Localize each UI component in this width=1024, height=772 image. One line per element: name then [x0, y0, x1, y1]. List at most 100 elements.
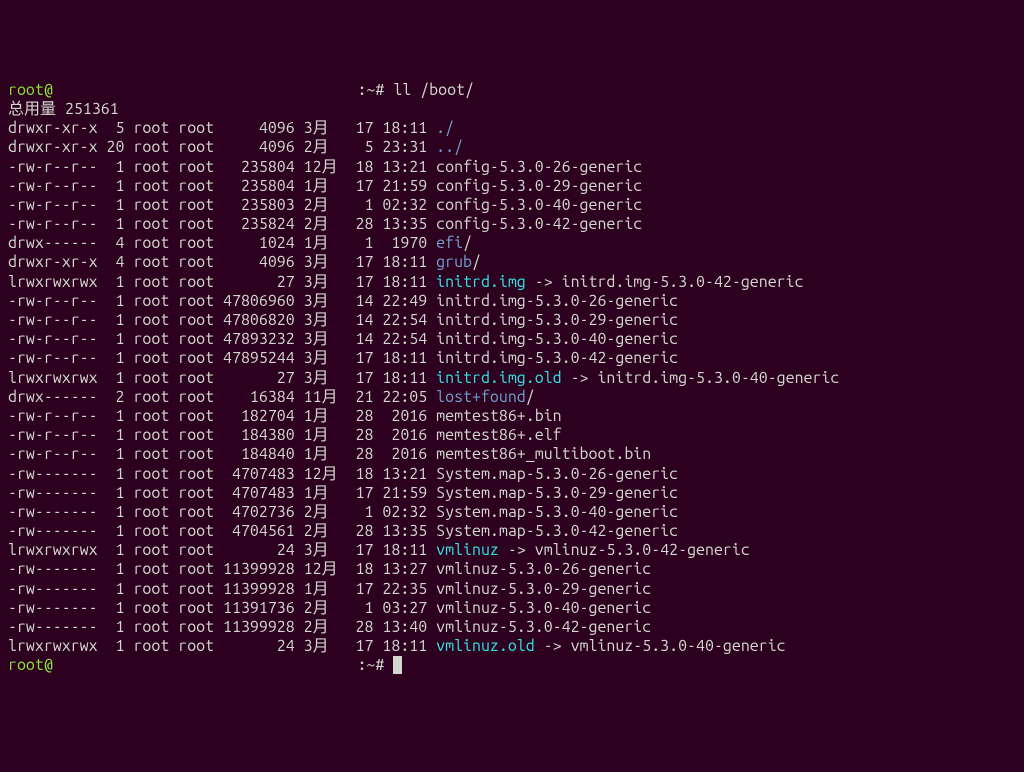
file-name: memtest86+_multiboot.bin [436, 445, 651, 463]
file-row: -rw------- 1 root root 11399928 12月 18 1… [8, 560, 1016, 579]
file-meta: -rw-r--r-- 1 root root 47806820 3月 14 22… [8, 311, 436, 329]
file-name: vmlinuz-5.3.0-26-generic [436, 560, 651, 578]
total-text: 总用量 251361 [8, 100, 119, 118]
prompt-line[interactable]: root@ :~# [8, 656, 1016, 675]
file-row: -rw------- 1 root root 11399928 1月 17 22… [8, 580, 1016, 599]
file-row: drwx------ 2 root root 16384 11月 21 22:0… [8, 388, 1016, 407]
file-name: vmlinuz [436, 541, 499, 559]
file-name: memtest86+.elf [436, 426, 561, 444]
typed-command: ll /boot/ [393, 81, 474, 99]
file-meta: lrwxrwxrwx 1 root root 27 3月 17 18:11 [8, 273, 436, 291]
file-row: lrwxrwxrwx 1 root root 27 3月 17 18:11 in… [8, 273, 1016, 292]
file-meta: drwxr-xr-x 5 root root 4096 3月 17 18:11 [8, 119, 436, 137]
file-meta: -rw-r--r-- 1 root root 235803 2月 1 02:32 [8, 196, 436, 214]
file-row: -rw-r--r-- 1 root root 47806820 3月 14 22… [8, 311, 1016, 330]
file-meta: -rw-r--r-- 1 root root 235824 2月 28 13:3… [8, 215, 436, 233]
file-row: -rw------- 1 root root 4704561 2月 28 13:… [8, 522, 1016, 541]
link-target: vmlinuz-5.3.0-42-generic [535, 541, 750, 559]
file-row: lrwxrwxrwx 1 root root 24 3月 17 18:11 vm… [8, 541, 1016, 560]
file-name: ./ [436, 119, 454, 137]
file-name: System.map-5.3.0-42-generic [436, 522, 678, 540]
file-name: config-5.3.0-29-generic [436, 177, 642, 195]
link-target: initrd.img-5.3.0-42-generic [562, 273, 804, 291]
file-row: lrwxrwxrwx 1 root root 24 3月 17 18:11 vm… [8, 637, 1016, 656]
file-meta: drwx------ 4 root root 1024 1月 1 1970 [8, 234, 436, 252]
file-name: config-5.3.0-40-generic [436, 196, 642, 214]
file-row: drwxr-xr-x 20 root root 4096 2月 5 23:31 … [8, 138, 1016, 157]
file-name: lost+found [436, 388, 526, 406]
link-target: vmlinuz-5.3.0-40-generic [571, 637, 786, 655]
file-name: efi [436, 234, 463, 252]
file-name: vmlinuz-5.3.0-29-generic [436, 580, 651, 598]
file-meta: drwxr-xr-x 20 root root 4096 2月 5 23:31 [8, 138, 436, 156]
link-arrow: / [463, 234, 472, 252]
file-meta: -rw------- 1 root root 4704561 2月 28 13:… [8, 522, 436, 540]
link-arrow: -> [562, 369, 598, 387]
file-name: initrd.img-5.3.0-26-generic [436, 292, 678, 310]
file-row: -rw------- 1 root root 4702736 2月 1 02:3… [8, 503, 1016, 522]
file-name: System.map-5.3.0-40-generic [436, 503, 678, 521]
file-name: config-5.3.0-42-generic [436, 215, 642, 233]
file-row: -rw-r--r-- 1 root root 47895244 3月 17 18… [8, 349, 1016, 368]
file-row: -rw------- 1 root root 4707483 12月 18 13… [8, 465, 1016, 484]
cursor-icon[interactable] [393, 656, 402, 674]
file-meta: -rw------- 1 root root 4707483 12月 18 13… [8, 465, 436, 483]
file-name: ../ [436, 138, 463, 156]
file-meta: lrwxrwxrwx 1 root root 27 3月 17 18:11 [8, 369, 436, 387]
file-meta: -rw------- 1 root root 11399928 2月 28 13… [8, 618, 436, 636]
file-row: -rw------- 1 root root 4707483 1月 17 21:… [8, 484, 1016, 503]
link-target: initrd.img-5.3.0-40-generic [597, 369, 839, 387]
file-name: initrd.img-5.3.0-42-generic [436, 349, 678, 367]
link-arrow: -> [499, 541, 535, 559]
file-meta: -rw------- 1 root root 11399928 12月 18 1… [8, 560, 436, 578]
prompt-host [53, 656, 358, 674]
file-meta: -rw-r--r-- 1 root root 182704 1月 28 2016 [8, 407, 436, 425]
file-row: drwx------ 4 root root 1024 1月 1 1970 ef… [8, 234, 1016, 253]
link-arrow: -> [526, 273, 562, 291]
file-meta: -rw------- 1 root root 4707483 1月 17 21:… [8, 484, 436, 502]
file-row: -rw------- 1 root root 11391736 2月 1 03:… [8, 599, 1016, 618]
file-meta: -rw-r--r-- 1 root root 47895244 3月 17 18… [8, 349, 436, 367]
prompt-user: root [8, 81, 44, 99]
file-row: -rw------- 1 root root 11399928 2月 28 13… [8, 618, 1016, 637]
prompt-host [53, 81, 358, 99]
file-row: -rw-r--r-- 1 root root 235803 2月 1 02:32… [8, 196, 1016, 215]
prompt-line: root@ :~# ll /boot/ [8, 81, 1016, 100]
file-meta: -rw-r--r-- 1 root root 235804 12月 18 13:… [8, 158, 436, 176]
file-row: -rw-r--r-- 1 root root 235824 2月 28 13:3… [8, 215, 1016, 234]
file-name: grub [436, 253, 472, 271]
prompt-path: :~# [357, 81, 393, 99]
link-arrow: / [526, 388, 535, 406]
file-meta: -rw------- 1 root root 11391736 2月 1 03:… [8, 599, 436, 617]
file-meta: lrwxrwxrwx 1 root root 24 3月 17 18:11 [8, 541, 436, 559]
link-arrow: / [472, 253, 481, 271]
link-arrow: -> [535, 637, 571, 655]
file-name: memtest86+.bin [436, 407, 561, 425]
prompt-at: @ [44, 81, 53, 99]
file-row: -rw-r--r-- 1 root root 47893232 3月 14 22… [8, 330, 1016, 349]
total-line: 总用量 251361 [8, 100, 1016, 119]
file-row: -rw-r--r-- 1 root root 182704 1月 28 2016… [8, 407, 1016, 426]
prompt-at: @ [44, 656, 53, 674]
file-row: -rw-r--r-- 1 root root 235804 1月 17 21:5… [8, 177, 1016, 196]
file-meta: drwxr-xr-x 4 root root 4096 3月 17 18:11 [8, 253, 436, 271]
file-meta: -rw-r--r-- 1 root root 47893232 3月 14 22… [8, 330, 436, 348]
file-row: -rw-r--r-- 1 root root 47806960 3月 14 22… [8, 292, 1016, 311]
file-name: vmlinuz.old [436, 637, 535, 655]
file-name: config-5.3.0-26-generic [436, 158, 642, 176]
prompt-path: :~# [357, 656, 393, 674]
file-name: initrd.img-5.3.0-40-generic [436, 330, 678, 348]
file-meta: -rw-r--r-- 1 root root 184840 1月 28 2016 [8, 445, 436, 463]
file-meta: -rw-r--r-- 1 root root 47806960 3月 14 22… [8, 292, 436, 310]
file-row: -rw-r--r-- 1 root root 184840 1月 28 2016… [8, 445, 1016, 464]
file-row: -rw-r--r-- 1 root root 184380 1月 28 2016… [8, 426, 1016, 445]
file-name: vmlinuz-5.3.0-40-generic [436, 599, 651, 617]
prompt-user: root [8, 656, 44, 674]
file-name: vmlinuz-5.3.0-42-generic [436, 618, 651, 636]
terminal-output[interactable]: root@ :~# ll /boot/总用量 251361drwxr-xr-x … [8, 81, 1016, 676]
file-name: initrd.img [436, 273, 526, 291]
file-meta: drwx------ 2 root root 16384 11月 21 22:0… [8, 388, 436, 406]
file-row: -rw-r--r-- 1 root root 235804 12月 18 13:… [8, 158, 1016, 177]
file-meta: -rw-r--r-- 1 root root 235804 1月 17 21:5… [8, 177, 436, 195]
file-name: initrd.img-5.3.0-29-generic [436, 311, 678, 329]
